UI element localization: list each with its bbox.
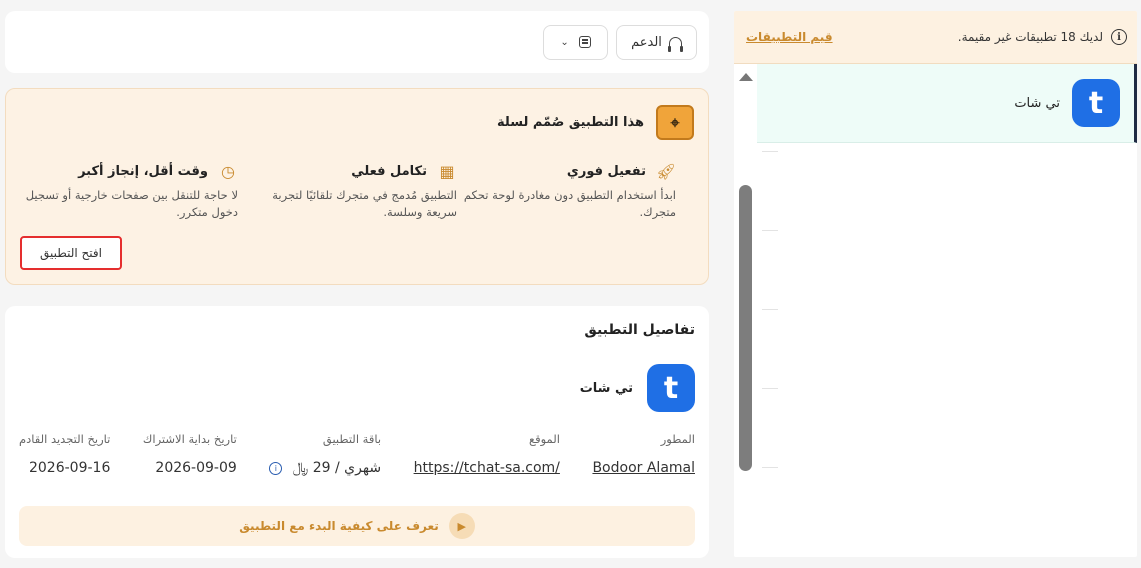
calendar-dropdown[interactable]: ⌄ [543, 24, 608, 60]
support-button-label: الدعم [631, 34, 662, 50]
plan-value: شهري / 29 ﷼ i [269, 460, 381, 476]
top-toolbar: الدعم ⌄ [5, 11, 709, 73]
feature-title: تكامل فعلي [351, 164, 427, 179]
cursor-click-icon: ⌖ [656, 105, 694, 140]
field-website: الموقع https://tchat-sa.com/ [414, 432, 560, 476]
getting-started-bar[interactable]: ▶ تعرف على كيفية البدء مع التطبيق [19, 506, 695, 546]
rate-apps-link[interactable]: قيم التطبيقات [746, 30, 833, 44]
details-fields: المطور Bodoor Alamal الموقع https://tcha… [19, 432, 695, 476]
list-dividers [756, 151, 778, 546]
scroll-up-arrow-icon[interactable] [739, 73, 753, 81]
app-list-item-name: تي شات [1014, 95, 1060, 111]
clock-icon: ◷ [221, 162, 235, 181]
feature-less-time: ◷ وقت أقل، إنجاز أكبر لا حاجة للتنقل بين… [20, 162, 238, 222]
field-plan: باقة التطبيق شهري / 29 ﷼ i [269, 432, 381, 476]
tchat-logo-icon: t [647, 364, 695, 412]
scrollbar-thumb[interactable] [739, 185, 752, 471]
promo-header: ⌖ هذا التطبيق صُمّم لسلة [20, 105, 694, 140]
details-app-name: تي شات [579, 380, 633, 396]
support-button[interactable]: الدعم [616, 24, 697, 60]
feature-text: لا حاجة للتنقل بين صفحات خارجية أو تسجيل… [25, 188, 238, 220]
salla-promo-card: ⌖ هذا التطبيق صُمّم لسلة 🚀︎ تفعيل فوري ا… [5, 88, 709, 285]
headset-icon [667, 36, 683, 52]
feature-text: ابدأ استخدام التطبيق دون مغادرة لوحة تحك… [463, 188, 676, 220]
calendar-icon [578, 36, 591, 48]
plan-value-text: شهري / 29 ﷼ [292, 460, 382, 476]
details-app-header: t تي شات [19, 364, 695, 412]
rate-apps-banner: i لديك 18 تطبيقات غير مقيمة. قيم التطبيق… [734, 11, 1137, 64]
chevron-down-icon: ⌄ [560, 36, 569, 48]
plan-info-icon[interactable]: i [269, 461, 283, 475]
promo-features: 🚀︎ تفعيل فوري ابدأ استخدام التطبيق دون م… [20, 162, 694, 222]
renewal-date-value: 2026-09-16 [28, 460, 111, 476]
app-details-card: تفاصيل التطبيق t تي شات المطور Bodoor Al… [5, 306, 709, 558]
feature-text: التطبيق مُدمج في متجرك تلقائيًا لتجربة س… [272, 188, 457, 220]
tchat-logo-icon: t [1072, 79, 1120, 127]
details-title: تفاصيل التطبيق [584, 322, 695, 338]
feature-title: وقت أقل، إنجاز أكبر [78, 164, 208, 179]
field-developer: المطور Bodoor Alamal [592, 432, 695, 476]
apps-sidebar: i لديك 18 تطبيقات غير مقيمة. قيم التطبيق… [734, 11, 1137, 557]
field-start-date: تاريخ بداية الاشتراك 2026-09-09 [143, 432, 237, 476]
promo-title: هذا التطبيق صُمّم لسلة [497, 115, 644, 130]
rate-notice-text: لديك 18 تطبيقات غير مقيمة. [957, 30, 1103, 44]
rate-notice: i لديك 18 تطبيقات غير مقيمة. [958, 29, 1127, 45]
open-app-button[interactable]: افتح التطبيق [20, 236, 122, 270]
feature-real-integration: ▦ تكامل فعلي التطبيق مُدمج في متجرك تلقا… [239, 162, 457, 222]
field-label: تاريخ التجديد القادم [19, 432, 111, 446]
feature-instant-activation: 🚀︎ تفعيل فوري ابدأ استخدام التطبيق دون م… [458, 162, 676, 222]
field-label: باقة التطبيق [322, 432, 382, 446]
grid-icon: ▦ [439, 162, 455, 181]
developer-link[interactable]: Bodoor Alamal [592, 460, 695, 476]
website-link[interactable]: https://tchat-sa.com/ [414, 460, 560, 476]
field-label: تاريخ بداية الاشتراك [142, 432, 237, 446]
start-date-value: 2026-09-09 [155, 460, 237, 476]
field-label: المطور [660, 432, 695, 446]
info-icon: i [1111, 29, 1127, 45]
video-play-icon: ▶ [448, 513, 475, 539]
field-renewal-date: تاريخ التجديد القادم 2026-09-16 [19, 432, 110, 476]
getting-started-label: تعرف على كيفية البدء مع التطبيق [239, 519, 439, 533]
main-content: الدعم ⌄ ⌖ هذا التطبيق صُمّم لسلة 🚀︎ تفعي… [5, 11, 709, 558]
field-label: الموقع [529, 432, 560, 446]
rocket-icon: 🚀︎ [655, 162, 676, 181]
feature-title: تفعيل فوري [566, 164, 646, 179]
app-list-item[interactable]: t تي شات [757, 64, 1137, 143]
